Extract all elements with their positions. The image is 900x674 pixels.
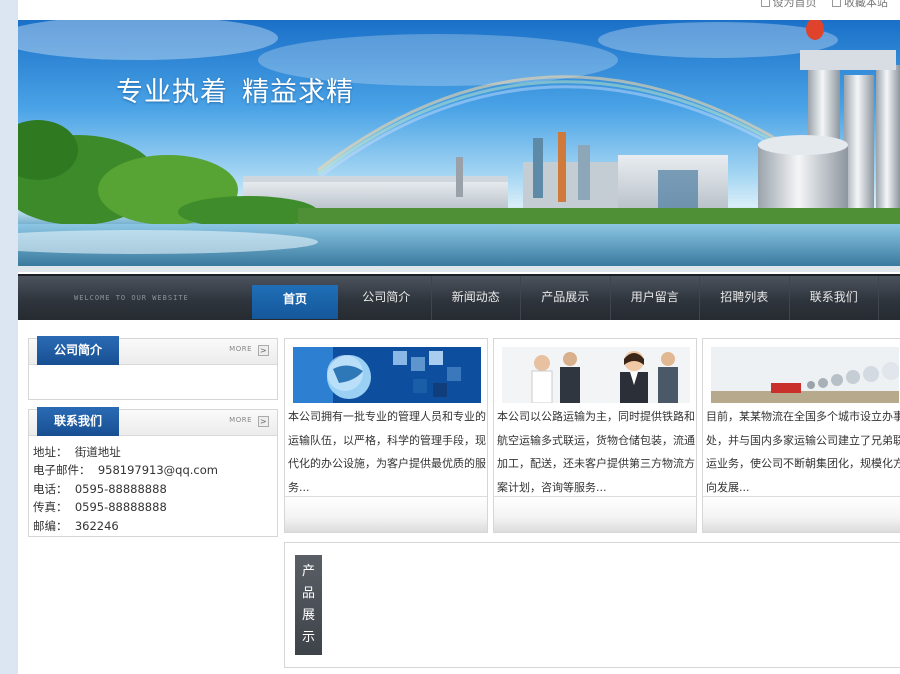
about-more-link[interactable]: MORE >: [229, 345, 269, 356]
nav-item-about[interactable]: 公司简介: [342, 276, 432, 320]
slogan-part-1: 专业执着: [116, 77, 228, 108]
card-3-text: 目前，某某物流在全国多个城市设立办事处，并与国内多家运输公司建立了兄弟联运业务，…: [706, 410, 900, 494]
left-gutter: [0, 0, 18, 674]
contact-zip: 邮编： 362246: [33, 518, 119, 533]
sidebar-about-title: 公司简介: [37, 336, 119, 365]
card-1-text: 本公司拥有一批专业的管理人员和专业的运输队伍，以严格，科学的管理手段，现代化的办…: [288, 410, 486, 494]
nav-item-home[interactable]: 首页: [252, 285, 338, 319]
arrow-right-icon: >: [258, 416, 269, 427]
card-2-text: 本公司以公路运输为主，同时提供铁路和航空运输多式联运，货物仓储包装，流通加工，配…: [497, 410, 695, 494]
arrow-right-icon: >: [258, 345, 269, 356]
slogan-part-2: 精益求精: [242, 77, 354, 108]
banner: 专业执着 精益求精: [18, 20, 900, 272]
star-icon: [832, 0, 841, 7]
top-bar: 设为首页 收藏本站: [18, 0, 900, 20]
favorite-link[interactable]: 收藏本站: [832, 0, 888, 9]
products-title: 产 品 展 示: [295, 555, 322, 655]
banner-illustration: [18, 20, 900, 272]
sidebar-contact-box: 联系我们 MORE > 地址： 街道地址 电子邮件： 958197913@qq.c…: [28, 407, 278, 537]
contact-email: 电子邮件： 958197913@qq.com: [33, 463, 218, 478]
contact-fax: 传真： 0595-88888888: [33, 500, 167, 515]
nav-item-news[interactable]: 新闻动态: [432, 276, 521, 320]
intro-card-1: 本公司拥有一批专业的管理人员和专业的运输队伍，以严格，科学的管理手段，现代化的办…: [284, 338, 488, 533]
intro-card-3: 目前，某某物流在全国多个城市设立办事处，并与国内多家运输公司建立了兄弟联运业务，…: [702, 338, 900, 533]
products-box: 产 品 展 示: [284, 542, 900, 668]
card-image-team[interactable]: [502, 347, 690, 403]
nav-item-jobs[interactable]: 招聘列表: [700, 276, 790, 320]
nav-item-contact[interactable]: 联系我们: [790, 276, 879, 320]
set-home-link[interactable]: 设为首页: [760, 0, 817, 9]
sidebar-about-box: 公司简介 MORE >: [28, 336, 278, 400]
card-3-footer: [703, 496, 900, 532]
nav-item-guestbook[interactable]: 用户留言: [611, 276, 700, 320]
sidebar-about-header: 公司简介 MORE >: [29, 336, 277, 365]
card-2-footer: [494, 496, 696, 532]
sidebar-contact-title: 联系我们: [37, 407, 119, 436]
sidebar-contact-header: 联系我们 MORE >: [29, 407, 277, 436]
nav-item-products[interactable]: 产品展示: [521, 276, 611, 320]
contact-address: 地址： 街道地址: [33, 445, 121, 459]
card-image-network[interactable]: [711, 347, 899, 403]
contact-lines: 地址： 街道地址 电子邮件： 958197913@qq.com 电话： 0595…: [29, 436, 277, 535]
contact-phone: 电话： 0595-88888888: [33, 481, 167, 496]
main-nav: WELCOME TO OUR WEBSITE 首页 公司简介 新闻动态 产品展示…: [18, 274, 900, 320]
contact-more-link[interactable]: MORE >: [229, 416, 269, 427]
banner-slogan: 专业执着 精益求精: [116, 70, 354, 109]
card-image-globe[interactable]: [293, 347, 481, 403]
page: 设为首页 收藏本站 专业执着 精益求精 WELCOME TO OUR WEBSI…: [18, 0, 900, 674]
nav-welcome-text: WELCOME TO OUR WEBSITE: [74, 294, 189, 302]
nav-items: 首页 公司简介 新闻动态 产品展示 用户留言 招聘列表 联系我们: [252, 276, 879, 320]
home-icon: [760, 0, 770, 7]
card-1-footer: [285, 496, 487, 532]
top-links: 设为首页 收藏本站: [749, 0, 888, 10]
intro-card-2: 本公司以公路运输为主，同时提供铁路和航空运输多式联运，货物仓储包装，流通加工，配…: [493, 338, 697, 533]
